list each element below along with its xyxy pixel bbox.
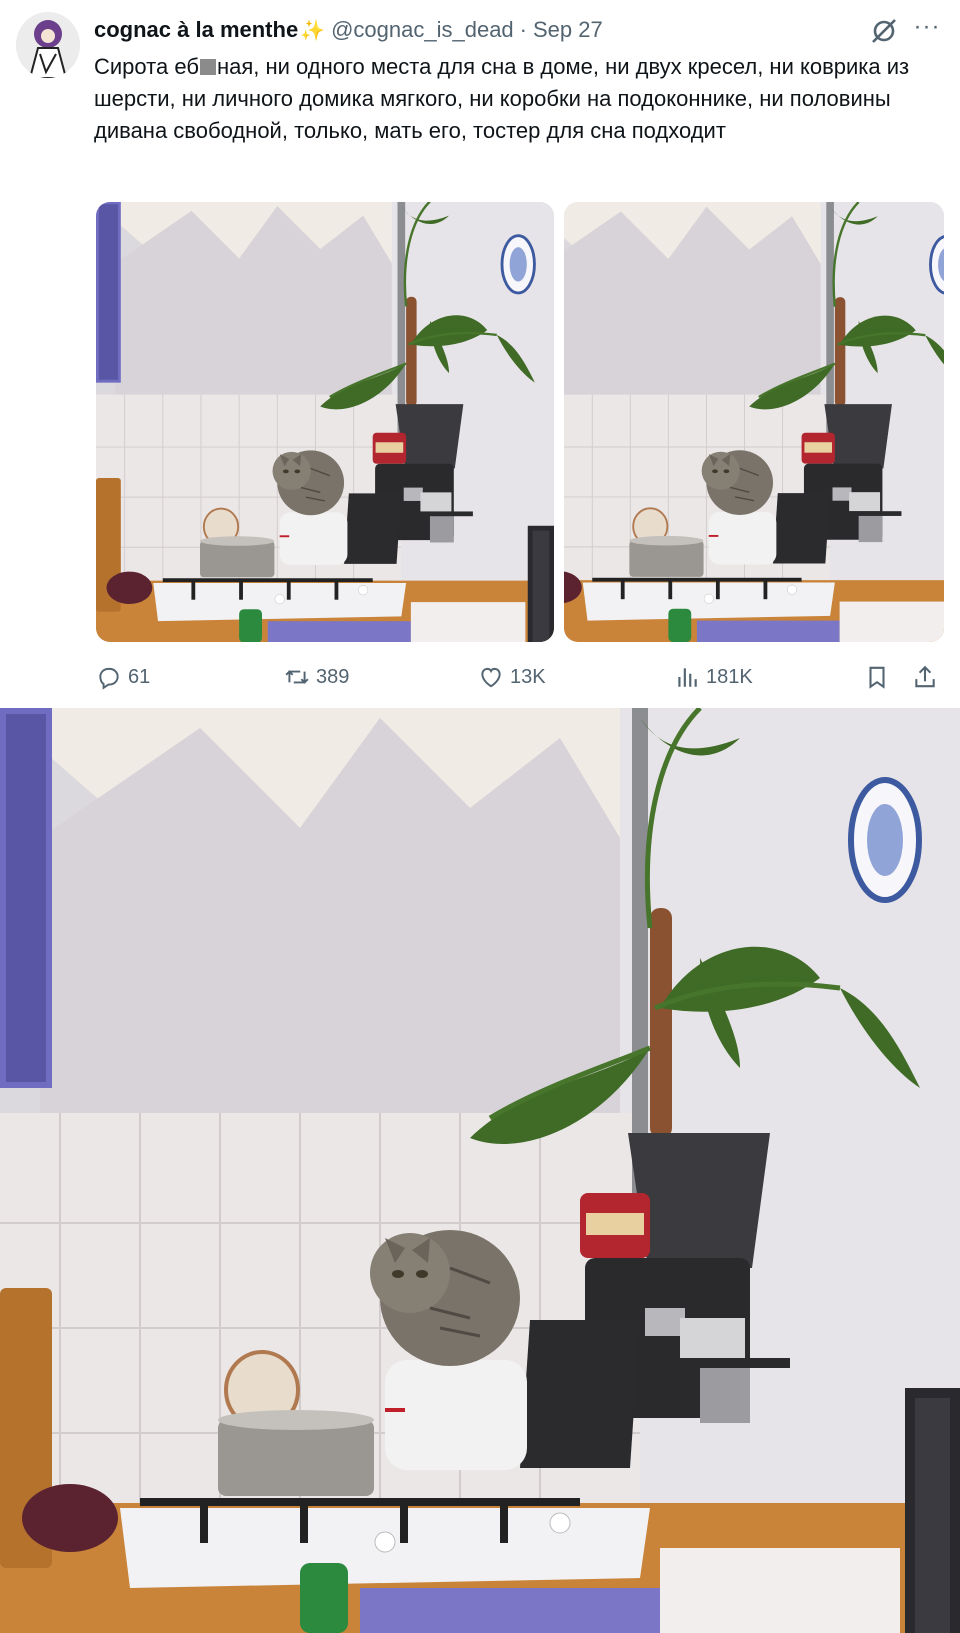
grok-icon[interactable] bbox=[870, 17, 898, 45]
kitchen-cat-photo-1 bbox=[96, 202, 554, 642]
bookmark-button[interactable] bbox=[864, 664, 896, 690]
display-name[interactable]: cognac à la menthe bbox=[94, 17, 298, 43]
enlarged-photo bbox=[0, 708, 960, 1633]
views-button[interactable]: 181K bbox=[674, 664, 753, 690]
separator-dot: · bbox=[519, 17, 527, 42]
retweet-count: 389 bbox=[316, 665, 350, 688]
like-button[interactable]: 13K bbox=[478, 664, 546, 690]
tweet-text-rest: ная, ни одного места для сна в доме, ни … bbox=[94, 54, 910, 143]
share-icon bbox=[915, 665, 935, 688]
kitchen-cat-photo-2 bbox=[564, 202, 944, 642]
tweet-actions: 61 389 13K 181K bbox=[0, 664, 960, 698]
views-count: 181K bbox=[706, 665, 753, 688]
tweet-header: cognac à la menthe ✨ @cognac_is_dead · S… bbox=[94, 15, 603, 45]
user-handle[interactable]: @cognac_is_dead bbox=[331, 17, 514, 43]
tweet-photo-2[interactable] bbox=[564, 202, 944, 642]
retweet-icon bbox=[285, 670, 309, 684]
views-icon bbox=[678, 668, 697, 687]
share-button[interactable] bbox=[912, 664, 944, 690]
avatar[interactable] bbox=[16, 12, 80, 78]
tweet-date[interactable]: Sep 27 bbox=[533, 17, 603, 43]
tweet: cognac à la menthe ✨ @cognac_is_dead · S… bbox=[0, 0, 960, 700]
heart-icon bbox=[481, 667, 501, 688]
tweet-text-start: Сирота еб bbox=[94, 54, 199, 79]
sparkle-icon: ✨ bbox=[300, 19, 326, 42]
retweet-button[interactable]: 389 bbox=[284, 664, 349, 690]
bookmark-icon bbox=[869, 666, 885, 689]
reply-button[interactable]: 61 bbox=[96, 664, 150, 690]
more-icon[interactable]: ··· bbox=[912, 15, 942, 45]
avatar-image bbox=[16, 12, 80, 78]
kitchen-cat-enlarged-photo bbox=[0, 708, 960, 1633]
reply-icon bbox=[99, 667, 119, 690]
like-count: 13K bbox=[510, 665, 546, 688]
tweet-photo-1[interactable] bbox=[96, 202, 554, 642]
tweet-text: Сирота еб ная, ни одного места для сна в … bbox=[94, 51, 944, 147]
reply-count: 61 bbox=[128, 665, 151, 688]
redaction-block bbox=[199, 59, 216, 75]
